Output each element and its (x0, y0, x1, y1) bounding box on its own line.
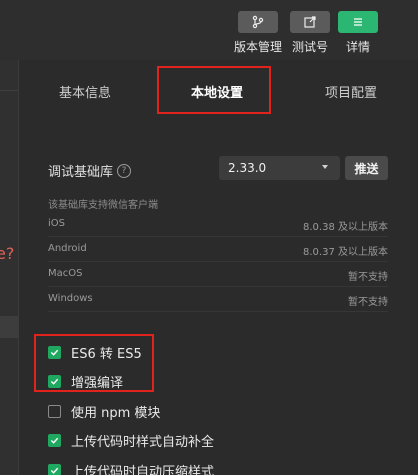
tab-project-config[interactable]: 项目配置 (325, 82, 377, 101)
divider (48, 236, 388, 237)
debug-library-text: 调试基础库 (48, 165, 114, 180)
divider (48, 286, 388, 287)
details-panel: 基本信息 本地设置 项目配置 调试基础库 ? 2.33.0 推送 该基础库支持微… (19, 60, 418, 475)
platform-row-android: Android 8.0.37 及以上版本 (48, 238, 388, 262)
push-button[interactable]: 推送 (345, 156, 388, 180)
tab-basic-info[interactable]: 基本信息 (59, 82, 111, 101)
branch-icon (252, 15, 264, 29)
checkbox-unchecked[interactable] (48, 404, 61, 418)
panel-tabs: 基本信息 本地设置 项目配置 (19, 60, 418, 120)
left-selected-row (0, 316, 18, 338)
menu-icon (354, 18, 362, 26)
option-use-npm[interactable]: 使用 npm 模块 (48, 402, 161, 421)
option-label: 上传代码时自动压缩样式 (71, 464, 215, 475)
details-label: 详情 (346, 40, 371, 54)
options-annotation-box (34, 334, 154, 392)
left-panel-fragment: e? (0, 60, 19, 475)
divider (48, 311, 388, 312)
platform-row-macos: MacOS 暂不支持 (48, 263, 388, 287)
left-fragment-text: e? (0, 244, 15, 263)
library-version-value: 2.33.0 (228, 161, 267, 175)
checkbox-checked[interactable] (48, 463, 61, 475)
platform-name: MacOS (48, 268, 83, 279)
chevron-down-icon (322, 165, 328, 169)
platform-value: 暂不支持 (348, 297, 388, 308)
details-button[interactable] (338, 11, 378, 33)
top-toolbar: 版本管理 测试号 详情 (0, 0, 418, 60)
platform-row-windows: Windows 暂不支持 (48, 288, 388, 312)
library-version-select[interactable]: 2.33.0 (219, 156, 340, 180)
test-account-button[interactable] (290, 11, 330, 33)
version-management-button[interactable] (238, 11, 278, 33)
platform-name: Android (48, 243, 87, 254)
platform-name: Windows (48, 293, 93, 304)
option-label: 上传代码时样式自动补全 (71, 434, 215, 450)
platform-value: 8.0.38 及以上版本 (303, 222, 388, 233)
debug-library-label: 调试基础库 ? (48, 161, 132, 180)
divider (0, 90, 18, 91)
support-title: 该基础库支持微信客户端 (48, 200, 158, 211)
platform-value: 暂不支持 (348, 272, 388, 283)
test-account-label: 测试号 (292, 40, 329, 54)
check-icon (50, 467, 59, 474)
checkbox-checked[interactable] (48, 433, 61, 447)
divider (48, 261, 388, 262)
platform-name: iOS (48, 218, 65, 229)
option-minify-style-on-upload[interactable]: 上传代码时自动压缩样式 (48, 461, 214, 475)
option-label: 使用 npm 模块 (71, 405, 161, 421)
external-link-icon (304, 16, 316, 28)
version-management-label: 版本管理 (234, 40, 283, 54)
option-autoprefix-on-upload[interactable]: 上传代码时样式自动补全 (48, 431, 215, 450)
app-window: 版本管理 测试号 详情 e? 基本信息 本地设置 项目配置 调试基础库 ? 2.… (0, 0, 418, 475)
platform-value: 8.0.37 及以上版本 (303, 247, 388, 258)
help-icon[interactable]: ? (117, 163, 132, 178)
check-icon (50, 437, 59, 444)
platform-row-ios: iOS 8.0.38 及以上版本 (48, 213, 388, 237)
tab-annotation-box (157, 66, 271, 114)
